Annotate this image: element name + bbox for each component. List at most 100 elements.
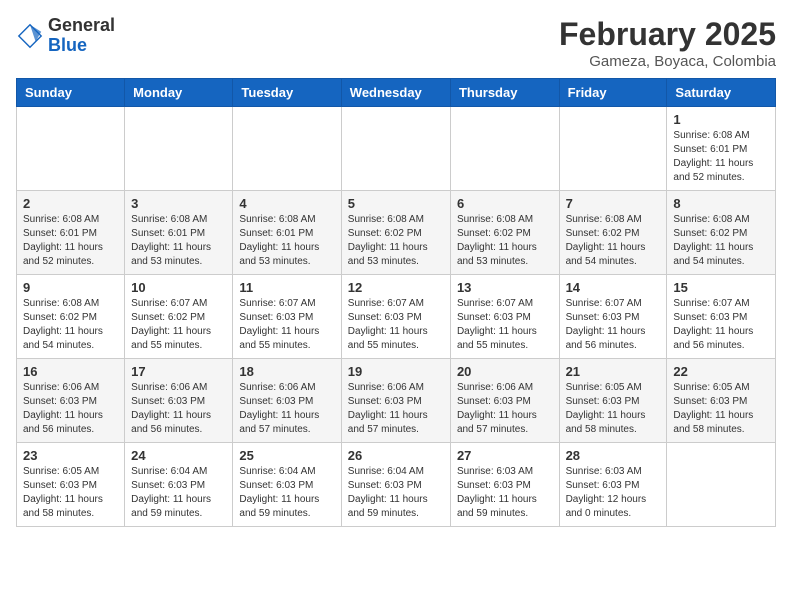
day-number: 12 [348,280,444,295]
calendar-cell: 24 Sunrise: 6:04 AM Sunset: 6:03 PM Dayli… [125,443,233,527]
calendar-week-row: 9 Sunrise: 6:08 AM Sunset: 6:02 PM Daylig… [17,275,776,359]
calendar-cell [341,107,450,191]
day-number: 11 [239,280,334,295]
calendar-cell: 6 Sunrise: 6:08 AM Sunset: 6:02 PM Daylig… [450,191,559,275]
day-info: Sunrise: 6:08 AM Sunset: 6:01 PM Dayligh… [131,213,226,269]
day-info: Sunrise: 6:07 AM Sunset: 6:03 PM Dayligh… [348,297,444,353]
day-number: 17 [131,364,226,379]
day-number: 14 [566,280,661,295]
weekday-header: Tuesday [233,79,341,107]
day-number: 7 [566,196,661,211]
day-number: 2 [23,196,118,211]
calendar-cell: 18 Sunrise: 6:06 AM Sunset: 6:03 PM Dayli… [233,359,341,443]
day-info: Sunrise: 6:08 AM Sunset: 6:01 PM Dayligh… [673,129,769,185]
day-number: 25 [239,448,334,463]
logo-blue: Blue [48,35,87,55]
calendar-cell: 27Sunrise: 6:03 AM Sunset: 6:03 PM Dayli… [450,443,559,527]
calendar-cell: 21 Sunrise: 6:05 AM Sunset: 6:03 PM Dayli… [559,359,667,443]
calendar-cell [233,107,341,191]
day-info: Sunrise: 6:04 AM Sunset: 6:03 PM Dayligh… [131,465,226,521]
day-number: 19 [348,364,444,379]
day-info: Sunrise: 6:07 AM Sunset: 6:02 PM Dayligh… [131,297,226,353]
day-number: 23 [23,448,118,463]
calendar-cell [559,107,667,191]
day-number: 1 [673,112,769,127]
day-info: Sunrise: 6:05 AM Sunset: 6:03 PM Dayligh… [673,381,769,437]
title-block: February 2025 Gameza, Boyaca, Colombia [559,16,776,70]
day-info: Sunrise: 6:05 AM Sunset: 6:03 PM Dayligh… [566,381,661,437]
logo-icon [16,22,44,50]
day-info: Sunrise: 6:08 AM Sunset: 6:01 PM Dayligh… [23,213,118,269]
calendar-cell: 15 Sunrise: 6:07 AM Sunset: 6:03 PM Dayli… [667,275,776,359]
calendar-cell: 13Sunrise: 6:07 AM Sunset: 6:03 PM Dayli… [450,275,559,359]
day-info: Sunrise: 6:08 AM Sunset: 6:02 PM Dayligh… [23,297,118,353]
day-info: Sunrise: 6:08 AM Sunset: 6:02 PM Dayligh… [566,213,661,269]
calendar-cell: 2 Sunrise: 6:08 AM Sunset: 6:01 PM Daylig… [17,191,125,275]
day-info: Sunrise: 6:06 AM Sunset: 6:03 PM Dayligh… [239,381,334,437]
day-info: Sunrise: 6:04 AM Sunset: 6:03 PM Dayligh… [348,465,444,521]
day-number: 16 [23,364,118,379]
calendar-cell: 1 Sunrise: 6:08 AM Sunset: 6:01 PM Daylig… [667,107,776,191]
calendar-table: SundayMondayTuesdayWednesdayThursdayFrid… [16,78,776,527]
day-number: 18 [239,364,334,379]
calendar-cell: 17 Sunrise: 6:06 AM Sunset: 6:03 PM Dayli… [125,359,233,443]
calendar-cell [450,107,559,191]
calendar-cell: 19 Sunrise: 6:06 AM Sunset: 6:03 PM Dayli… [341,359,450,443]
day-number: 6 [457,196,553,211]
logo-general: General [48,15,115,35]
day-info: Sunrise: 6:07 AM Sunset: 6:03 PM Dayligh… [239,297,334,353]
calendar-week-row: 16 Sunrise: 6:06 AM Sunset: 6:03 PM Dayli… [17,359,776,443]
day-info: Sunrise: 6:08 AM Sunset: 6:01 PM Dayligh… [239,213,334,269]
weekday-header: Friday [559,79,667,107]
calendar-cell: 10Sunrise: 6:07 AM Sunset: 6:02 PM Dayli… [125,275,233,359]
day-info: Sunrise: 6:07 AM Sunset: 6:03 PM Dayligh… [673,297,769,353]
day-info: Sunrise: 6:06 AM Sunset: 6:03 PM Dayligh… [457,381,553,437]
day-number: 9 [23,280,118,295]
calendar-cell [667,443,776,527]
day-info: Sunrise: 6:05 AM Sunset: 6:03 PM Dayligh… [23,465,118,521]
calendar-cell: 9 Sunrise: 6:08 AM Sunset: 6:02 PM Daylig… [17,275,125,359]
calendar-cell: 14 Sunrise: 6:07 AM Sunset: 6:03 PM Dayli… [559,275,667,359]
calendar-cell: 7 Sunrise: 6:08 AM Sunset: 6:02 PM Daylig… [559,191,667,275]
day-number: 5 [348,196,444,211]
day-number: 20 [457,364,553,379]
calendar-cell: 20 Sunrise: 6:06 AM Sunset: 6:03 PM Dayli… [450,359,559,443]
day-info: Sunrise: 6:06 AM Sunset: 6:03 PM Dayligh… [131,381,226,437]
weekday-header: Thursday [450,79,559,107]
day-info: Sunrise: 6:06 AM Sunset: 6:03 PM Dayligh… [23,381,118,437]
logo-text: General Blue [48,16,115,56]
location: Gameza, Boyaca, Colombia [559,53,776,70]
calendar-cell: 5Sunrise: 6:08 AM Sunset: 6:02 PM Daylig… [341,191,450,275]
month-year: February 2025 [559,16,776,53]
calendar-cell: 26Sunrise: 6:04 AM Sunset: 6:03 PM Dayli… [341,443,450,527]
calendar-header-row: SundayMondayTuesdayWednesdayThursdayFrid… [17,79,776,107]
day-number: 4 [239,196,334,211]
day-info: Sunrise: 6:06 AM Sunset: 6:03 PM Dayligh… [348,381,444,437]
calendar-cell [125,107,233,191]
day-number: 21 [566,364,661,379]
day-info: Sunrise: 6:08 AM Sunset: 6:02 PM Dayligh… [457,213,553,269]
day-info: Sunrise: 6:03 AM Sunset: 6:03 PM Dayligh… [457,465,553,521]
calendar-cell: 25 Sunrise: 6:04 AM Sunset: 6:03 PM Dayli… [233,443,341,527]
day-info: Sunrise: 6:08 AM Sunset: 6:02 PM Dayligh… [673,213,769,269]
day-number: 24 [131,448,226,463]
day-number: 22 [673,364,769,379]
weekday-header: Wednesday [341,79,450,107]
day-number: 28 [566,448,661,463]
calendar-week-row: 1 Sunrise: 6:08 AM Sunset: 6:01 PM Daylig… [17,107,776,191]
calendar-cell: 16 Sunrise: 6:06 AM Sunset: 6:03 PM Dayli… [17,359,125,443]
calendar-cell [17,107,125,191]
calendar-cell: 11 Sunrise: 6:07 AM Sunset: 6:03 PM Dayli… [233,275,341,359]
day-number: 3 [131,196,226,211]
day-number: 15 [673,280,769,295]
day-info: Sunrise: 6:07 AM Sunset: 6:03 PM Dayligh… [566,297,661,353]
weekday-header: Monday [125,79,233,107]
calendar-cell: 22 Sunrise: 6:05 AM Sunset: 6:03 PM Dayli… [667,359,776,443]
calendar-cell: 4 Sunrise: 6:08 AM Sunset: 6:01 PM Daylig… [233,191,341,275]
calendar-week-row: 2 Sunrise: 6:08 AM Sunset: 6:01 PM Daylig… [17,191,776,275]
day-info: Sunrise: 6:04 AM Sunset: 6:03 PM Dayligh… [239,465,334,521]
calendar-cell: 12 Sunrise: 6:07 AM Sunset: 6:03 PM Dayli… [341,275,450,359]
weekday-header: Sunday [17,79,125,107]
logo: General Blue [16,16,115,56]
calendar-cell: 3 Sunrise: 6:08 AM Sunset: 6:01 PM Daylig… [125,191,233,275]
